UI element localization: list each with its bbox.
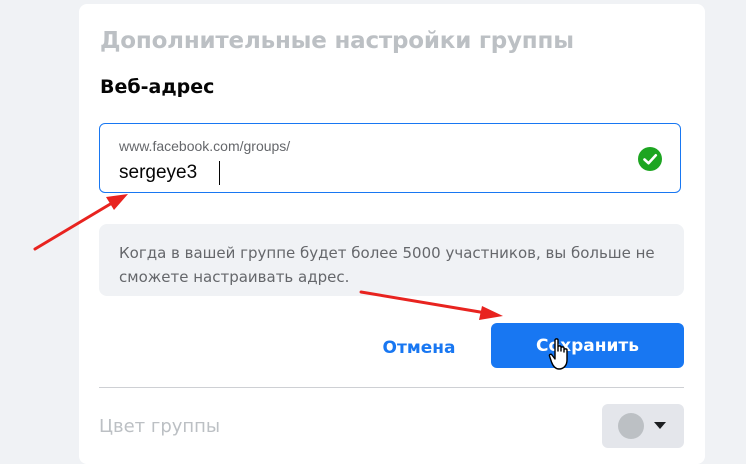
group-settings-card: Дополнительные настройки группы Веб-адре… — [79, 4, 705, 464]
address-limit-notice: Когда в вашей группе будет более 5000 уч… — [99, 224, 684, 296]
cancel-button[interactable]: Отмена — [369, 326, 469, 370]
url-prefix: www.facebook.com/groups/ — [119, 138, 291, 154]
check-circle-icon — [638, 147, 662, 171]
group-address-input[interactable] — [119, 160, 599, 186]
group-color-picker[interactable] — [602, 404, 684, 448]
save-button[interactable]: Сохранить — [491, 323, 684, 368]
section-title: Дополнительные настройки группы — [100, 28, 574, 54]
divider — [99, 387, 684, 388]
chevron-down-icon — [654, 422, 666, 429]
color-swatch — [618, 413, 644, 439]
web-address-field[interactable]: www.facebook.com/groups/ — [99, 123, 681, 193]
web-address-title: Веб-адрес — [100, 76, 215, 98]
text-caret — [219, 161, 220, 185]
group-color-label: Цвет группы — [99, 416, 221, 437]
